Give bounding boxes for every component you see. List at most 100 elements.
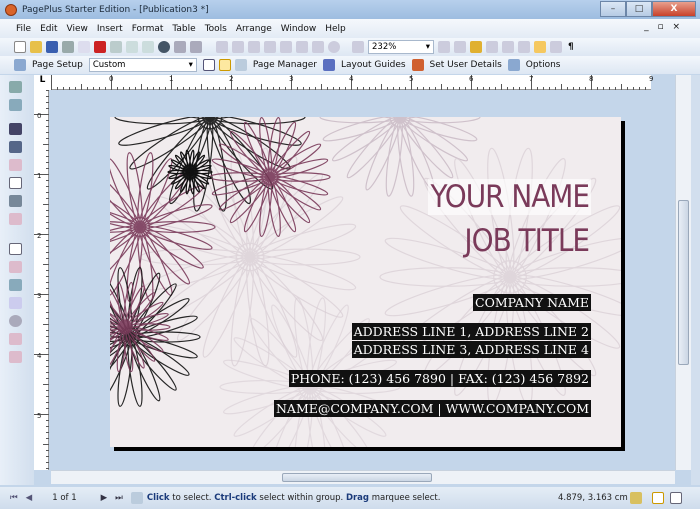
zoom-out-icon[interactable]: [352, 41, 364, 53]
pan-icon[interactable]: [454, 41, 466, 53]
layout-guides-icon[interactable]: [322, 59, 335, 71]
name-text[interactable]: YOUR NAME: [428, 179, 591, 215]
align-icon[interactable]: [312, 41, 324, 53]
print-icon[interactable]: [62, 41, 74, 53]
cut-icon[interactable]: [110, 41, 122, 53]
company-text[interactable]: COMPANY NAME: [473, 294, 591, 311]
menu-view[interactable]: View: [67, 24, 88, 34]
mdi-controls[interactable]: _ ▫ ×: [644, 22, 683, 32]
horizontal-scrollbar[interactable]: [51, 470, 675, 484]
shadow-tool-icon[interactable]: [9, 315, 22, 327]
page-manager-icon[interactable]: [234, 59, 247, 71]
lock-icon[interactable]: [470, 41, 482, 53]
align-icon[interactable]: [280, 41, 292, 53]
close-button[interactable]: X: [652, 1, 696, 17]
open-icon[interactable]: [30, 41, 42, 53]
undo-icon[interactable]: [174, 41, 186, 53]
view-icon[interactable]: [486, 41, 498, 53]
page-canvas[interactable]: YOUR NAME JOB TITLE COMPANY NAME ADDRESS…: [51, 90, 675, 470]
view-icon[interactable]: [518, 41, 530, 53]
page-icon[interactable]: [670, 492, 682, 504]
scroll-thumb[interactable]: [282, 473, 432, 482]
phone-fax-text[interactable]: PHONE: (123) 456 7890 | FAX: (123) 456 7…: [288, 370, 591, 387]
vertical-scrollbar[interactable]: [675, 75, 691, 470]
shape-tool-icon[interactable]: [9, 177, 22, 189]
page-manager-button[interactable]: Page Manager: [253, 60, 317, 70]
zoom-in-icon[interactable]: [438, 41, 450, 53]
crop-tool-icon[interactable]: [9, 159, 22, 171]
maximize-button[interactable]: □: [626, 1, 652, 17]
page-frame-icon[interactable]: [652, 492, 664, 504]
text-frame-tool-icon[interactable]: [9, 81, 22, 93]
title-bar: PagePlus Starter Edition - [Publication3…: [0, 0, 700, 19]
prev-page-icon[interactable]: ◀: [26, 493, 33, 503]
envelope-tool-icon[interactable]: [9, 351, 22, 363]
hint-drag: Drag: [345, 493, 370, 503]
menu-insert[interactable]: Insert: [97, 24, 123, 34]
menu-format[interactable]: Format: [132, 24, 164, 34]
menu-edit[interactable]: Edit: [40, 24, 57, 34]
frame-tool-icon[interactable]: [9, 243, 22, 255]
paste-icon[interactable]: [142, 41, 154, 53]
arrange-icon[interactable]: [216, 41, 228, 53]
art-tool-icon[interactable]: [9, 213, 22, 225]
align-icon[interactable]: [296, 41, 308, 53]
fill-tool-icon[interactable]: [9, 279, 22, 291]
last-page-icon[interactable]: ⏭: [115, 493, 123, 503]
page-setup-icon[interactable]: [14, 59, 26, 71]
layout-guides-button[interactable]: Layout Guides: [341, 60, 406, 70]
set-user-details-button[interactable]: Set User Details: [430, 60, 502, 70]
minimize-button[interactable]: –: [600, 1, 626, 17]
grid-icon[interactable]: [550, 41, 562, 53]
rotate-icon[interactable]: [328, 41, 340, 53]
menu-help[interactable]: Help: [325, 24, 346, 34]
arrange-icon[interactable]: [232, 41, 244, 53]
transparency-tool-icon[interactable]: [9, 297, 22, 309]
snap-icon[interactable]: [630, 492, 642, 504]
menu-window[interactable]: Window: [281, 24, 317, 34]
landscape-icon[interactable]: [202, 59, 215, 71]
view-icon[interactable]: [502, 41, 514, 53]
connector-tool-icon[interactable]: [9, 261, 22, 273]
horizontal-ruler[interactable]: 0 1 2 3 4 5 6 7 8 9: [51, 75, 653, 90]
flip-icon[interactable]: [248, 41, 260, 53]
portrait-icon[interactable]: [218, 59, 231, 71]
ruler-origin[interactable]: L: [34, 75, 51, 90]
first-page-icon[interactable]: ⏮: [10, 493, 18, 503]
redo-icon[interactable]: [190, 41, 202, 53]
pen-tool-icon[interactable]: [9, 141, 22, 153]
scroll-thumb[interactable]: [678, 200, 689, 365]
pdf-icon[interactable]: [94, 41, 106, 53]
vertical-ruler[interactable]: 0 1 2 3 4 5: [34, 90, 49, 470]
pilcrow-icon[interactable]: ¶: [568, 42, 574, 52]
new-icon[interactable]: [14, 41, 26, 53]
picture-tool-icon[interactable]: [9, 195, 22, 207]
email-web-text[interactable]: NAME@COMPANY.COM | WWW.COMPANY.COM: [273, 400, 591, 417]
next-page-icon[interactable]: ▶: [101, 493, 108, 503]
print-preview-icon[interactable]: [78, 41, 90, 53]
menu-table[interactable]: Table: [172, 24, 195, 34]
flip-icon[interactable]: [264, 41, 276, 53]
menu-tools[interactable]: Tools: [205, 24, 227, 34]
page-view-icon[interactable]: [534, 41, 546, 53]
copy-icon[interactable]: [126, 41, 138, 53]
page-setup-button[interactable]: Page Setup: [32, 60, 83, 70]
menu-arrange[interactable]: Arrange: [236, 24, 272, 34]
table-tool-icon[interactable]: [9, 99, 22, 111]
address-line-2[interactable]: ADDRESS LINE 3, ADDRESS LINE 4: [351, 341, 591, 358]
user-details-icon[interactable]: [411, 59, 424, 71]
options-button[interactable]: Options: [526, 60, 561, 70]
web-icon[interactable]: [158, 41, 170, 53]
options-icon[interactable]: [507, 59, 520, 71]
page-size-select[interactable]: Custom ▾: [88, 58, 197, 72]
pointer-tool-icon[interactable]: [9, 123, 22, 135]
address-line-1[interactable]: ADDRESS LINE 1, ADDRESS LINE 2: [351, 323, 591, 340]
business-card[interactable]: YOUR NAME JOB TITLE COMPANY NAME ADDRESS…: [110, 117, 621, 447]
effects-tool-icon[interactable]: [9, 333, 22, 345]
job-title-text[interactable]: JOB TITLE: [462, 223, 591, 259]
zoom-select[interactable]: 232% ▾: [368, 40, 434, 54]
save-icon[interactable]: [46, 41, 58, 53]
status-bar: ⏮ ◀ 1 of 1 ▶ ⏭ Click to select. Ctrl-cli…: [0, 487, 700, 509]
menu-file[interactable]: File: [16, 24, 31, 34]
chevron-down-icon: ▾: [425, 42, 430, 52]
